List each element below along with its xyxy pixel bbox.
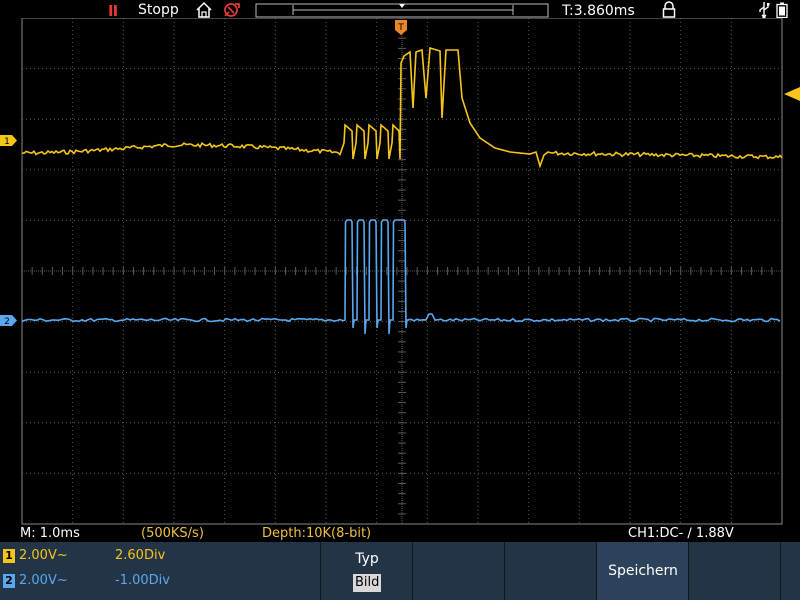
run-state[interactable]: Stopp	[138, 2, 179, 18]
channel-1-volts: 2.00V~	[19, 548, 68, 563]
memory-position-bar[interactable]	[255, 2, 549, 18]
menu-slot-3[interactable]	[413, 542, 505, 600]
svg-text:1: 1	[4, 137, 10, 147]
sample-rate-label: (500KS/s)	[141, 526, 204, 541]
bottom-menu: 1 2.00V~ 2.60Div 2 2.00V~ -1.00Div Typ B…	[0, 542, 800, 600]
trigger-info-label[interactable]: CH1:DC- ∕ 1.88V	[628, 526, 734, 541]
waveform-display[interactable]: T 1 2	[0, 18, 800, 528]
menu-slot-4[interactable]	[505, 542, 597, 600]
graticule	[21, 18, 783, 525]
menu-scroll-edge	[781, 542, 800, 600]
probe-icon[interactable]	[222, 1, 242, 19]
trigger-marker-icon[interactable]: T	[395, 20, 407, 35]
save-button-label: Speichern	[608, 563, 678, 579]
channel-1-offset: 2.60Div	[115, 548, 166, 563]
channel-2-badge: 2	[3, 574, 15, 588]
channel-2-volts: 2.00V~	[19, 573, 68, 588]
channel-1-marker[interactable]: 1	[0, 135, 17, 147]
trigger-time: T:3.860ms	[562, 3, 635, 19]
type-menu-value[interactable]: Bild	[353, 574, 382, 592]
oscilloscope-screen: II Stopp T:3.860ms T 1 2 M: 1.0ms (500KS…	[0, 0, 800, 600]
svg-text:2: 2	[4, 317, 10, 327]
usb-icon	[759, 2, 770, 19]
type-menu-label: Typ	[355, 551, 379, 567]
waveform-canvas[interactable]: T 1 2	[0, 18, 800, 528]
channel-2-offset: -1.00Div	[115, 573, 170, 588]
channel-2-waveform	[21, 219, 781, 335]
menu-slot-6[interactable]	[689, 542, 781, 600]
channel-1-badge: 1	[3, 549, 15, 563]
battery-icon	[776, 2, 788, 18]
home-icon[interactable]	[195, 1, 213, 19]
memory-depth-label: Depth:10K(8-bit)	[262, 526, 372, 541]
lock-icon[interactable]	[662, 1, 676, 18]
channel-2-marker[interactable]: 2	[0, 315, 17, 327]
channel-info-panel[interactable]: 1 2.00V~ 2.60Div 2 2.00V~ -1.00Div	[0, 542, 321, 600]
timebase-label[interactable]: M: 1.0ms	[20, 526, 80, 541]
acquisition-info: M: 1.0ms (500KS/s) Depth:10K(8-bit) CH1:…	[0, 524, 800, 542]
svg-text:T: T	[397, 23, 404, 33]
trigger-level-icon[interactable]	[784, 87, 800, 101]
